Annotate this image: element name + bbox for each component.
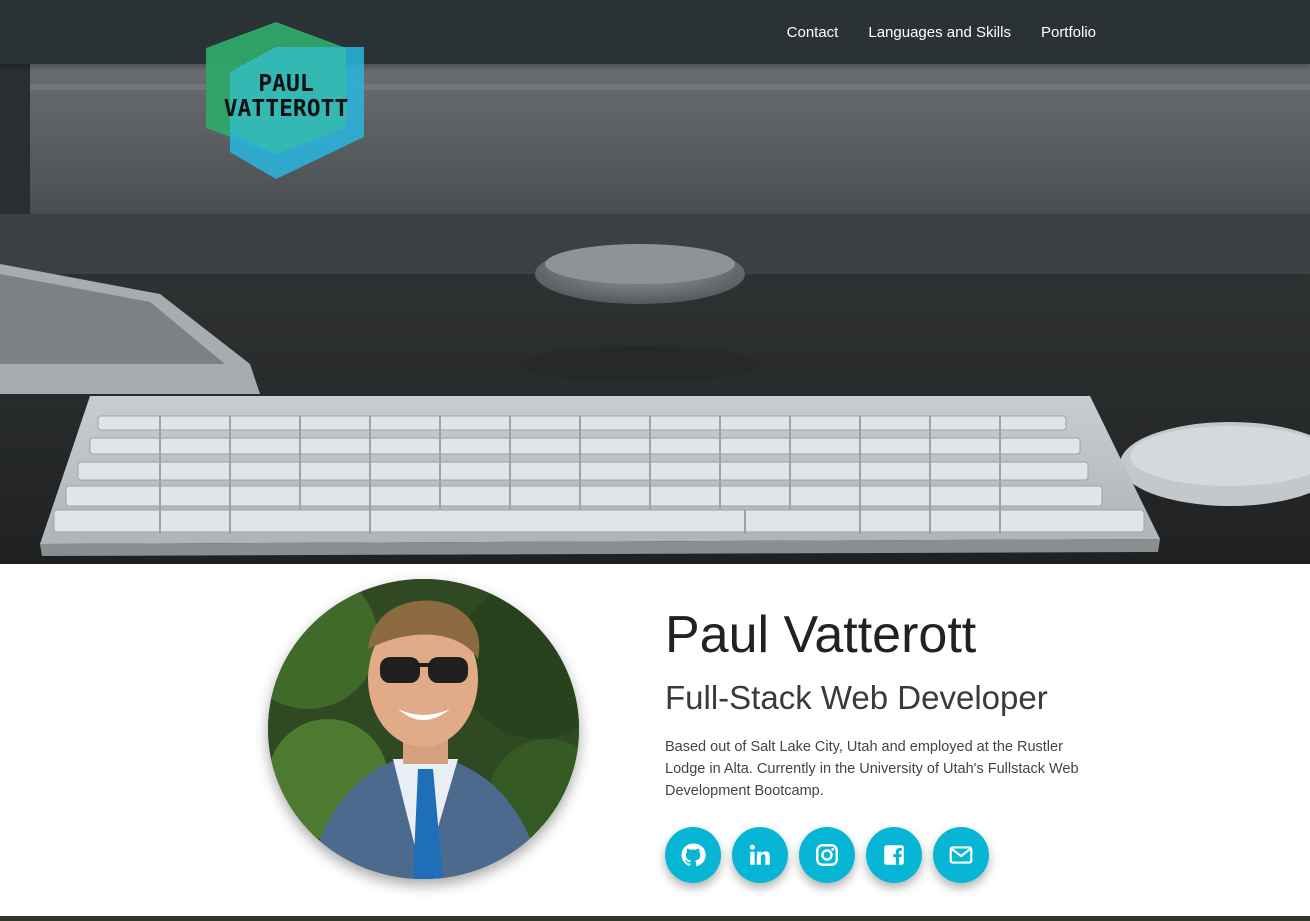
linkedin-button[interactable] [732, 827, 788, 883]
nav-links: Contact Languages and Skills Portfolio [757, 0, 1096, 64]
profile-name: Paul Vatterott [665, 606, 977, 664]
nav-link-portfolio[interactable]: Portfolio [1041, 24, 1096, 41]
keyboard-desk-illustration [0, 64, 1310, 564]
profile-bio: Based out of Salt Lake City, Utah and em… [665, 739, 1079, 799]
mail-icon [949, 846, 973, 864]
logo-line-2: VATTEROTT [223, 96, 349, 122]
nav-link-languages-and-skills[interactable]: Languages and Skills [868, 24, 1011, 41]
profile-title: Full-Stack Web Developer [665, 679, 1048, 716]
logo-text: PAUL VATTEROTT [204, 72, 368, 122]
navbar: Contact Languages and Skills Portfolio [0, 0, 1310, 64]
logo-line-1: PAUL [258, 71, 314, 97]
nav-link-contact[interactable]: Contact [787, 24, 839, 41]
facebook-icon [884, 845, 904, 865]
github-icon [681, 843, 706, 867]
site-logo[interactable]: PAUL VATTEROTT [204, 22, 368, 179]
mail-button[interactable] [933, 827, 989, 883]
instagram-button[interactable] [799, 827, 855, 883]
linkedin-icon [749, 844, 770, 865]
profile-photo [268, 579, 579, 879]
hero-image [0, 64, 1310, 564]
profile-portrait-graphic [268, 579, 579, 879]
github-button[interactable] [665, 827, 721, 883]
facebook-button[interactable] [866, 827, 922, 883]
bottom-strip [0, 916, 1310, 921]
instagram-icon [816, 844, 838, 866]
profile-info: Paul Vatterott Full-Stack Web Developer … [665, 600, 1125, 802]
social-links [665, 827, 1000, 883]
